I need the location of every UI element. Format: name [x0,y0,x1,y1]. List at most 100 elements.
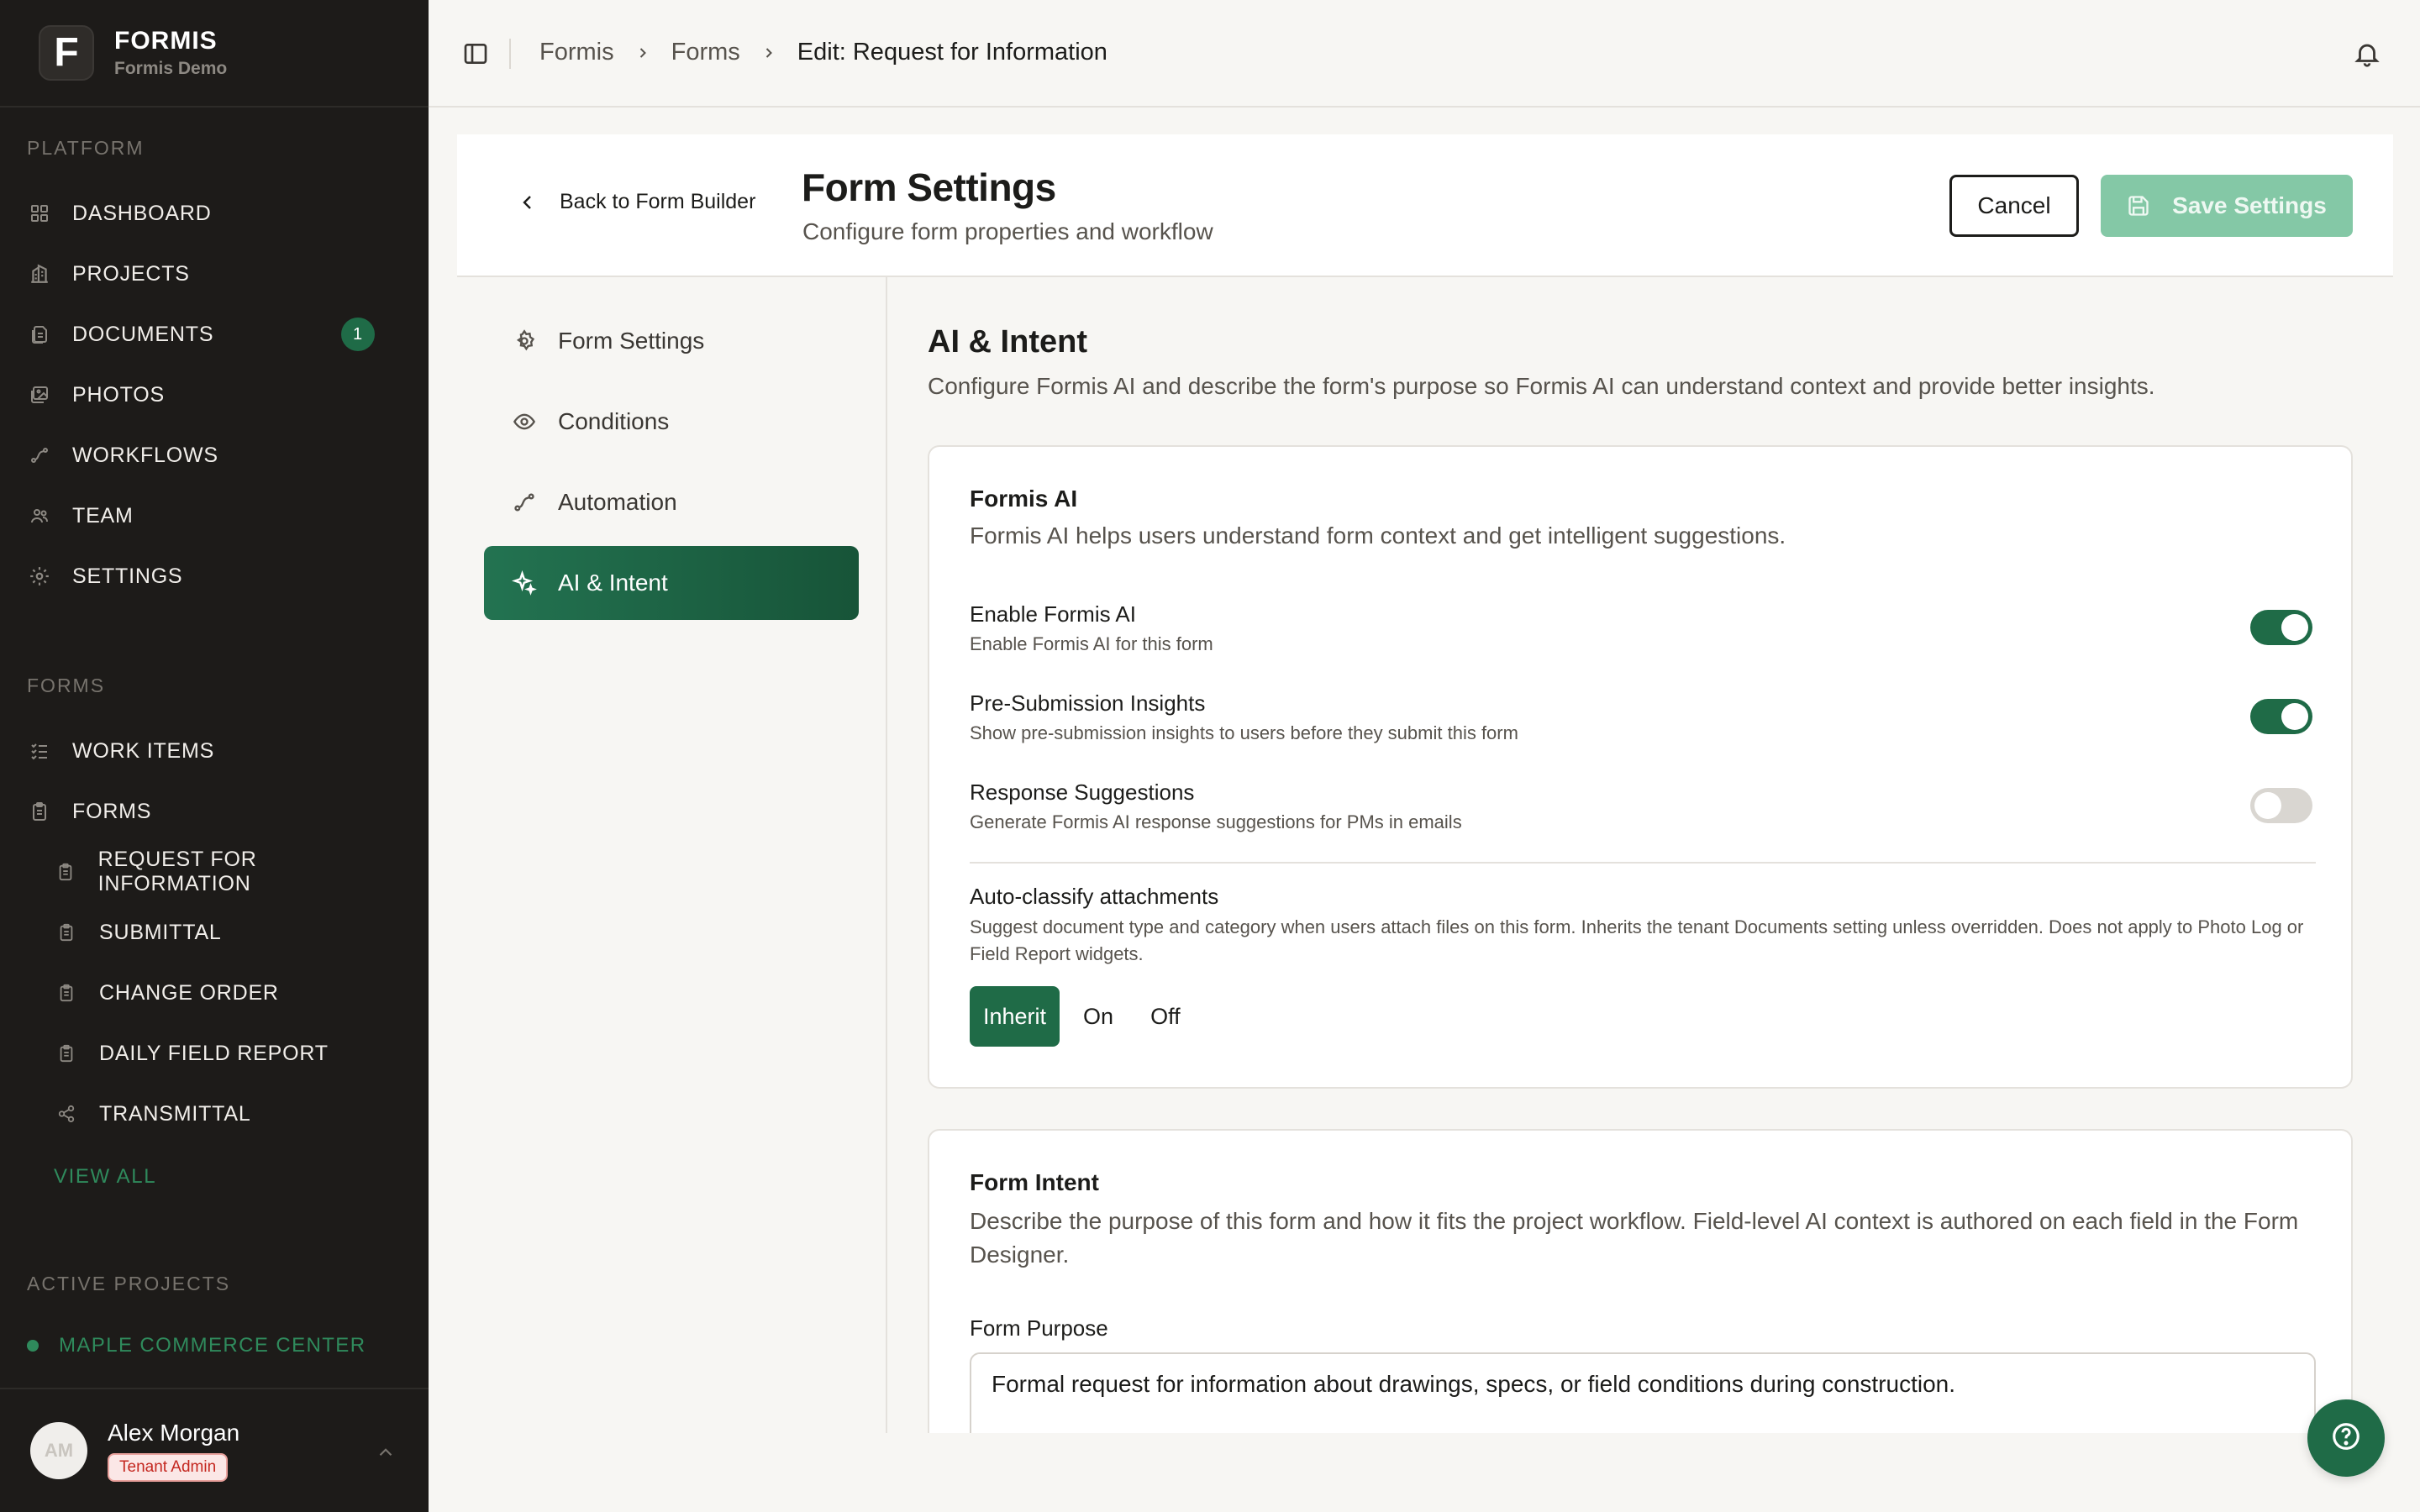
sidebar-item-documents[interactable]: DOCUMENTS 1 [27,311,402,358]
page-subtitle: Configure form properties and workflow [802,218,1213,244]
pre-submission-insights-toggle[interactable] [2250,699,2312,734]
chevron-right-icon [634,45,651,61]
sidebar-item-settings[interactable]: SETTINGS [27,553,402,600]
sidebar-item-photos[interactable]: PHOTOS [27,371,402,418]
help-icon [2330,1420,2362,1457]
classify-description: Suggest document type and category when … [970,916,2304,964]
clipboard-icon [54,920,79,945]
bell-icon[interactable] [2353,39,2381,69]
share-icon [54,1101,79,1126]
sidebar-toggle-icon[interactable] [462,40,489,67]
option-title: Pre-Submission Insights [970,690,1206,716]
enable-formis-ai-toggle[interactable] [2250,610,2312,645]
settings-content: AI & Intent Configure Formis AI and desc… [887,277,2420,1433]
sidebar-item-forms[interactable]: FORMS [27,788,402,835]
cancel-button[interactable]: Cancel [1949,175,2079,237]
option-title: Enable Formis AI [970,601,1136,627]
view-all-forms-link[interactable]: VIEW ALL [54,1165,156,1189]
classify-segmented-control: Inherit On Off [970,986,1204,1047]
option-description: Generate Formis AI response suggestions … [970,811,1462,832]
workflow-icon [511,489,538,516]
breadcrumb-current: Edit: Request for Information [797,39,1107,66]
form-purpose-textarea[interactable]: Formal request for information about dra… [970,1352,2316,1433]
sidebar-item-transmittal[interactable]: TRANSMITTAL [54,1090,402,1137]
documents-count-badge: 1 [341,318,375,351]
user-name: Alex Morgan [108,1420,240,1446]
toggle-knob [2254,792,2281,819]
checklist-icon [27,738,52,764]
settings-tab-ai-intent[interactable]: AI & Intent [484,546,859,620]
user-menu[interactable]: AM Alex Morgan Tenant Admin [0,1388,429,1512]
sidebar-item-submittal[interactable]: SUBMITTAL [54,909,402,956]
role-badge: Tenant Admin [108,1453,229,1482]
settings-tab-conditions[interactable]: Conditions [484,385,859,459]
sidebar-item-request-for-information[interactable]: REQUEST FOR INFORMATION [54,848,402,895]
sidebar-item-work-items[interactable]: WORK ITEMS [27,727,402,774]
sidebar-item-team[interactable]: TEAM [27,492,402,539]
help-button[interactable] [2307,1399,2385,1477]
team-icon [27,503,52,528]
sidebar-item-workflows[interactable]: WORKFLOWS [27,432,402,479]
form-purpose-label: Form Purpose [970,1315,1108,1341]
settings-menu: Form Settings Conditions Automation AI &… [457,277,887,1433]
brand-header[interactable]: F FORMIS Formis Demo [0,0,429,108]
card-description: Describe the purpose of this form and ho… [970,1208,2299,1268]
divider [970,862,2316,864]
sparkles-icon [511,570,538,596]
card-title: Form Intent [970,1169,1099,1195]
sidebar: F FORMIS Formis Demo PLATFORM DASHBOARD … [0,0,429,1512]
settings-header: Back to Form Builder Form Settings Confi… [457,134,2393,277]
breadcrumb-forms[interactable]: Forms [671,39,740,66]
section-title: AI & Intent [928,324,1087,360]
gear-icon [511,328,538,354]
clipboard-icon [27,799,52,824]
response-suggestions-toggle[interactable] [2250,788,2312,823]
toggle-knob [2281,614,2308,641]
save-settings-button[interactable]: Save Settings [2101,175,2353,237]
option-description: Show pre-submission insights to users be… [970,722,1518,743]
project-status-dot [27,1340,39,1352]
card-description: Formis AI helps users understand form co… [970,522,1786,549]
classify-option-off[interactable]: Off [1137,986,1194,1047]
settings-tab-automation[interactable]: Automation [484,465,859,539]
option-description: Enable Formis AI for this form [970,633,1213,654]
card-title: Formis AI [970,486,1078,512]
sidebar-item-change-order[interactable]: CHANGE ORDER [54,969,402,1016]
section-label-platform: PLATFORM [27,137,145,159]
form-intent-card: Form Intent Describe the purpose of this… [928,1129,2353,1433]
formis-ai-card: Formis AI Formis AI helps users understa… [928,445,2353,1089]
section-description: Configure Formis AI and describe the for… [928,373,2155,399]
workflow-icon [27,443,52,468]
page-title: Form Settings [802,165,1056,209]
chevron-up-icon[interactable] [375,1441,397,1467]
tenant-name: Formis Demo [114,59,228,78]
sidebar-item-dashboard[interactable]: DASHBOARD [27,190,402,237]
classify-option-on[interactable]: On [1070,986,1127,1047]
photos-icon [27,382,52,407]
save-icon [2127,194,2150,218]
sidebar-item-daily-field-report[interactable]: DAILY FIELD REPORT [54,1030,402,1077]
option-title: Response Suggestions [970,780,1195,805]
clipboard-icon [54,859,78,885]
chevron-left-icon [518,191,538,214]
classify-option-inherit[interactable]: Inherit [970,986,1060,1047]
classify-title: Auto-classify attachments [970,884,1219,909]
section-label-forms: FORMS [27,675,106,696]
grid-icon [27,201,52,226]
brand-name: FORMIS [114,27,218,55]
settings-tab-form-settings[interactable]: Form Settings [484,304,859,378]
building-icon [27,261,52,286]
formis-logo: F [39,25,94,81]
clipboard-icon [54,980,79,1005]
chevron-right-icon [760,45,777,61]
back-to-form-builder-button[interactable]: Back to Form Builder [518,190,755,214]
top-bar: Formis Forms Edit: Request for Informati… [429,0,2420,108]
active-project-item[interactable]: MAPLE COMMERCE CENTER [27,1334,366,1357]
gear-icon [27,564,52,589]
section-label-active-projects: ACTIVE PROJECTS [27,1273,231,1294]
breadcrumb: Formis Forms Edit: Request for Informati… [539,39,1107,66]
breadcrumb-formis[interactable]: Formis [539,39,614,66]
divider [509,39,511,69]
documents-icon [27,322,52,347]
sidebar-item-projects[interactable]: PROJECTS [27,250,402,297]
